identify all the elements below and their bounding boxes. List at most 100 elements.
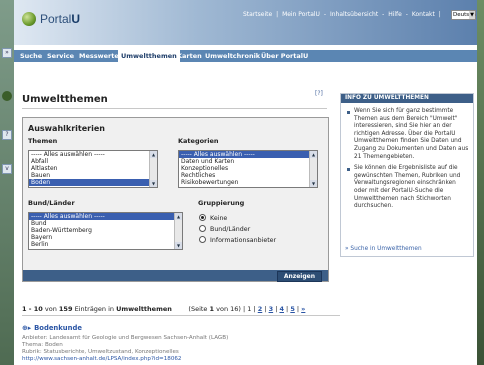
results-text: Einträgen in <box>74 305 115 313</box>
topnav-mein-portalu[interactable]: Mein PortalU <box>282 11 320 18</box>
chevron-down-icon[interactable]: ▼ <box>310 180 317 187</box>
divider <box>22 108 327 109</box>
radio-bundlaender[interactable]: Bund/Länder <box>199 225 250 233</box>
topnav-kontakt[interactable]: Kontakt <box>412 11 435 18</box>
page-title: Umweltthemen <box>22 94 108 105</box>
results-summary: 1 - 10 von 159 Einträgen in Umweltthemen… <box>22 305 306 313</box>
panel-footer: Anzeigen <box>23 270 328 282</box>
radio-button[interactable] <box>199 225 206 232</box>
chevron-up-icon[interactable]: ▲ <box>310 151 317 158</box>
radio-button[interactable] <box>199 236 206 243</box>
chevron-up-icon[interactable]: ▲ <box>150 151 157 158</box>
list-option[interactable]: Altlasten <box>29 165 157 172</box>
topnav-hilfe[interactable]: Hilfe <box>388 11 402 18</box>
nav-karten[interactable]: Karten <box>177 50 202 62</box>
list-option[interactable]: Risikobewertungen <box>179 179 317 186</box>
selection-panel: Auswahlkriterien Themen ----- Alles ausw… <box>22 117 329 282</box>
site-header: PortalU Startseite | Mein PortalU - Inha… <box>14 0 477 45</box>
chevron-down-icon[interactable]: ▼ <box>175 242 182 249</box>
result-title-text[interactable]: Bodenkunde <box>34 324 82 332</box>
browser-page: PortalU Startseite | Mein PortalU - Inha… <box>14 0 477 365</box>
results-text: von <box>44 305 57 313</box>
panel-heading: Auswahlkriterien <box>28 124 105 133</box>
scrollbar[interactable]: ▲ ▼ <box>149 151 157 187</box>
results-topic: Umweltthemen <box>116 305 172 313</box>
topnav-separator: | <box>276 11 279 18</box>
list-option[interactable]: Daten und Karten <box>179 158 317 165</box>
results-page-text: (Seite <box>188 305 208 313</box>
nav-ueber-portalu[interactable]: Über PortalU <box>261 50 308 62</box>
kategorien-label: Kategorien <box>178 137 219 145</box>
pagination-next-link[interactable]: » <box>301 305 305 313</box>
anzeigen-button[interactable]: Anzeigen <box>276 271 322 282</box>
radio-label: Informationsanbieter <box>210 237 277 244</box>
nav-umweltchronik[interactable]: Umweltchronik <box>205 50 260 62</box>
result-title[interactable]: ⊕▸ Bodenkunde <box>22 324 82 332</box>
portalu-logo-icon <box>22 12 36 26</box>
results-page-text: von 16) | 1 | <box>216 305 256 313</box>
info-bullet: Wenn Sie sich für ganz bestimmte Themen … <box>345 108 469 161</box>
result-rubrik: Rubrik: Statusberichte, Umweltzustand, K… <box>22 349 179 355</box>
list-option[interactable]: Berlin <box>29 241 182 248</box>
radio-informationsanbieter[interactable]: Informationsanbieter <box>199 236 276 244</box>
results-current-page: 1 <box>209 305 215 313</box>
topnav-separator: - <box>382 11 385 18</box>
help-link[interactable]: [?] <box>315 90 323 97</box>
left-window-strip: » ? v <box>0 0 14 365</box>
bundlaender-label: Bund/Länder <box>28 199 75 207</box>
logo-text: Portal <box>40 12 72 26</box>
list-option[interactable]: Konzeptionelles <box>179 165 317 172</box>
chevron-down-icon[interactable]: v <box>2 164 12 174</box>
topnav-startseite[interactable]: Startseite <box>243 11 272 18</box>
radio-button-checked[interactable] <box>199 214 206 221</box>
gruppierung-label: Gruppierung <box>198 199 245 207</box>
list-option[interactable]: Abfall <box>29 158 157 165</box>
suche-in-umweltthemen-link[interactable]: » Suche in Umweltthemen <box>345 246 422 252</box>
result-url[interactable]: http://www.sachsen-anhalt.de/LPSA/index.… <box>22 356 182 362</box>
pagination-link[interactable]: 3 <box>269 305 274 313</box>
list-option[interactable]: Bayern <box>29 234 182 241</box>
info-panel-heading: INFO ZU UMWELTTHEMEN <box>341 94 473 103</box>
radio-label: Keine <box>210 215 228 222</box>
site-logo[interactable]: PortalU <box>40 12 80 26</box>
bundlaender-listbox[interactable]: ----- Alles auswählen ----- Bund Baden-W… <box>28 212 183 250</box>
main-content: Umweltthemen [?] Auswahlkriterien Themen… <box>14 62 477 365</box>
divider <box>22 315 340 316</box>
main-navigation: Suche Service Messwerte Umweltthemen Kar… <box>14 50 477 62</box>
pagination-link[interactable]: 4 <box>279 305 284 313</box>
nav-suche[interactable]: Suche <box>20 50 42 62</box>
collapse-icon[interactable]: » <box>2 48 12 58</box>
info-bullet: Sie können die Ergebnisliste auf die gew… <box>345 165 469 211</box>
themen-label: Themen <box>28 137 58 145</box>
list-option[interactable]: ----- Alles auswählen ----- <box>29 151 157 158</box>
list-option[interactable]: Bauen <box>29 172 157 179</box>
nav-umweltthemen[interactable]: Umweltthemen <box>118 50 180 62</box>
list-option-selected[interactable]: ----- Alles auswählen ----- <box>179 151 317 158</box>
language-select[interactable]: Deutsch ▼ <box>451 10 476 20</box>
globe-icon <box>2 91 12 101</box>
help-icon[interactable]: ? <box>2 130 12 140</box>
list-option-selected[interactable]: ----- Alles auswählen ----- <box>29 213 182 220</box>
list-option[interactable]: Rechtliches <box>179 172 317 179</box>
chevron-down-icon[interactable]: ▼ <box>150 180 157 187</box>
list-option[interactable]: Bund <box>29 220 182 227</box>
result-anbieter: Anbieter: Landesamt für Geologie und Ber… <box>22 335 229 341</box>
topnav-separator: - <box>323 11 327 18</box>
themen-listbox[interactable]: ----- Alles auswählen ----- Abfall Altla… <box>28 150 158 188</box>
scrollbar[interactable]: ▲ ▼ <box>174 213 182 249</box>
scrollbar[interactable]: ▲ ▼ <box>309 151 317 187</box>
pagination-link[interactable]: 5 <box>290 305 295 313</box>
kategorien-listbox[interactable]: ----- Alles auswählen ----- Daten und Ka… <box>178 150 318 188</box>
topnav-inhaltsuebersicht[interactable]: Inhaltsübersicht <box>330 11 378 18</box>
pagination-link[interactable]: 2 <box>258 305 263 313</box>
info-list: Wenn Sie sich für ganz bestimmte Themen … <box>345 108 469 211</box>
list-option[interactable]: Baden-Württemberg <box>29 227 182 234</box>
list-option-selected[interactable]: Boden <box>29 179 157 186</box>
topnav-separator: - <box>405 11 408 18</box>
nav-service[interactable]: Service <box>47 50 74 62</box>
nav-messwerte[interactable]: Messwerte <box>79 50 119 62</box>
radio-keine[interactable]: Keine <box>199 214 227 222</box>
info-panel: INFO ZU UMWELTTHEMEN Wenn Sie sich für g… <box>340 93 474 257</box>
chevron-up-icon[interactable]: ▲ <box>175 213 182 220</box>
results-total: 159 <box>58 305 73 313</box>
